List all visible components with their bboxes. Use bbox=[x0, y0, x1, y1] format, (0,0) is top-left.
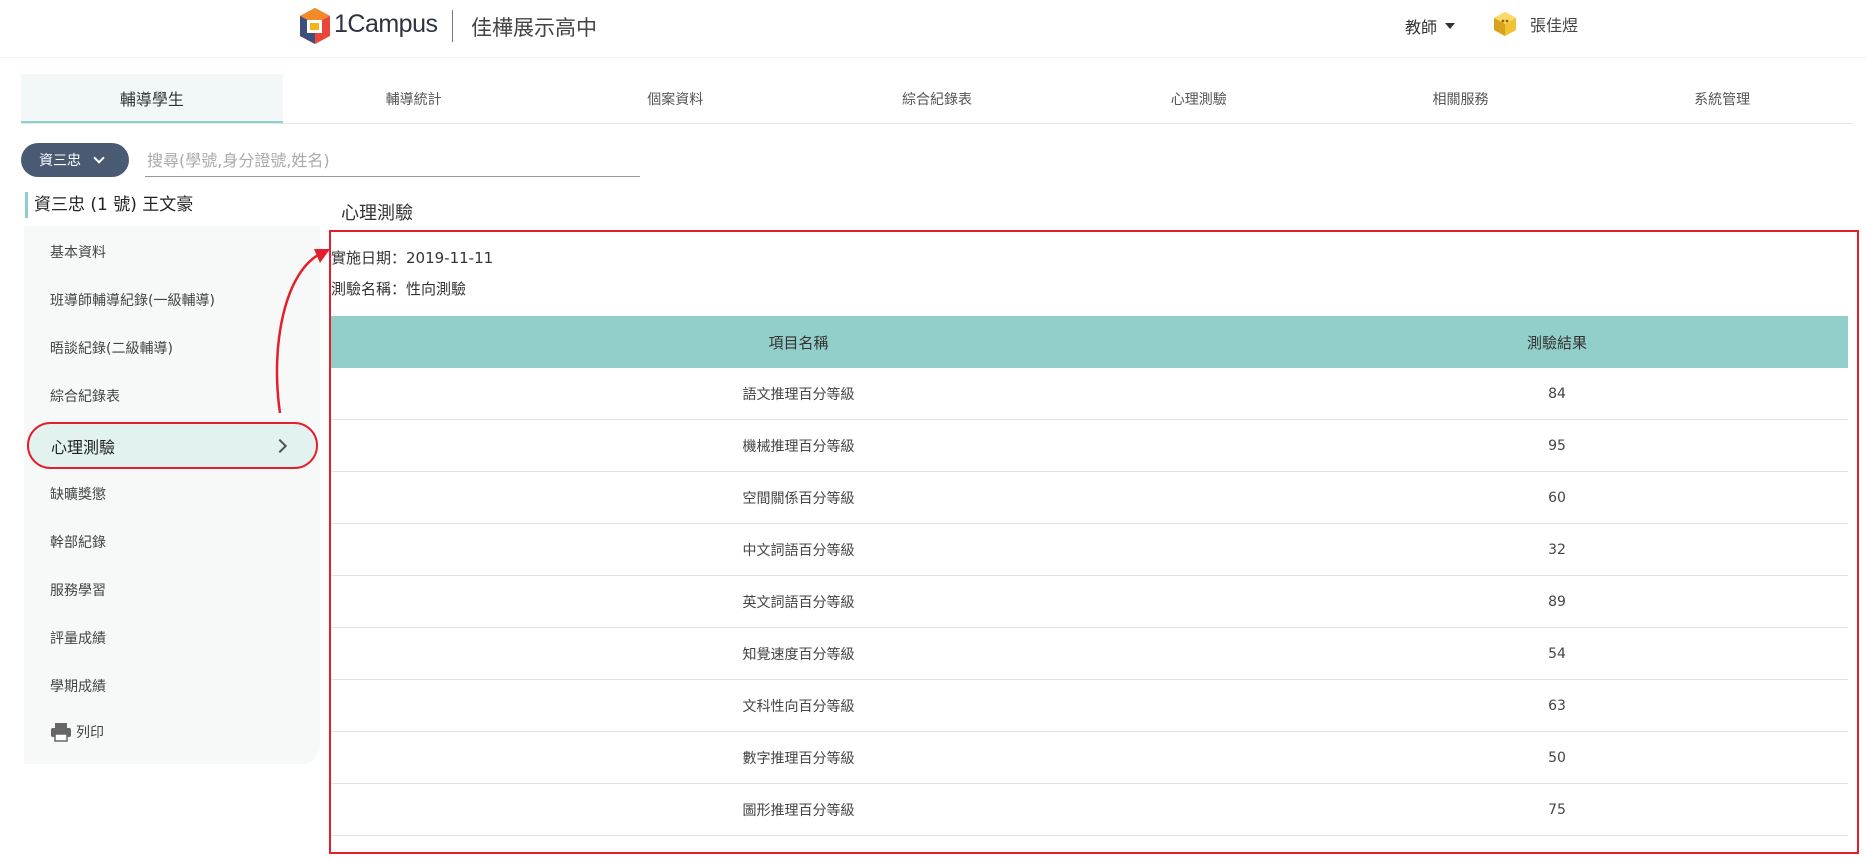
psych-test-table: 項目名稱 測驗結果 語文推理百分等級 84 機械推理百分等級 95 空間關係百分… bbox=[331, 316, 1848, 836]
class-selector[interactable]: 資三忠 bbox=[21, 143, 129, 177]
sidebar-item-label: 心理測驗 bbox=[51, 438, 116, 457]
role-dropdown[interactable]: 教師 bbox=[1405, 14, 1456, 38]
1campus-logo-icon[interactable] bbox=[298, 6, 332, 46]
main-nav: 輔導學生 輔導統計 個案資料 綜合紀錄表 心理測驗 相關服務 系統管理 bbox=[21, 74, 1853, 124]
sidebar-item-service-learning[interactable]: 服務學習 bbox=[50, 580, 106, 600]
top-header: 1Campus 佳樺展示高中 教師 張佳煜 bbox=[0, 0, 1866, 58]
cell-item: 圖形推理百分等級 bbox=[742, 802, 855, 819]
sidebar-item-attendance-discipline[interactable]: 缺曠獎懲 bbox=[50, 484, 106, 504]
tab-counsel-students[interactable]: 輔導學生 bbox=[21, 74, 283, 123]
chevron-down-icon bbox=[93, 152, 105, 164]
table-row: 數字推理百分等級 50 bbox=[331, 732, 1848, 784]
table-header: 項目名稱 測驗結果 bbox=[331, 316, 1848, 368]
table-row: 語文推理百分等級 84 bbox=[331, 368, 1848, 420]
test-date: 實施日期：2019-11-11 bbox=[331, 249, 494, 267]
cell-result: 54 bbox=[1548, 645, 1566, 662]
school-name: 佳樺展示高中 bbox=[471, 16, 597, 40]
table-row: 文科性向百分等級 63 bbox=[331, 680, 1848, 732]
sidebar-item-interview-record[interactable]: 晤談紀錄(二級輔導) bbox=[50, 338, 173, 358]
student-sidebar-menu: 基本資料 班導師輔導紀錄(一級輔導) 晤談紀錄(二級輔導) 綜合紀錄表 心理測驗… bbox=[24, 226, 320, 764]
sidebar-item-comprehensive-record[interactable]: 綜合紀錄表 bbox=[50, 386, 120, 406]
brand-divider bbox=[452, 10, 453, 42]
user-cube-avatar-icon bbox=[1494, 12, 1516, 36]
table-row: 中文詞語百分等級 32 bbox=[331, 524, 1848, 576]
table-row: 機械推理百分等級 95 bbox=[331, 420, 1848, 472]
cell-result: 32 bbox=[1548, 541, 1566, 558]
printer-icon bbox=[51, 723, 71, 742]
table-row: 圖形推理百分等級 75 bbox=[331, 784, 1848, 836]
column-header-result: 測驗結果 bbox=[1526, 333, 1587, 352]
brand-name[interactable]: 1Campus bbox=[334, 10, 438, 39]
chevron-right-icon bbox=[272, 438, 288, 454]
sidebar-item-assessment-scores[interactable]: 評量成績 bbox=[50, 628, 106, 648]
sidebar-item-cadre-record[interactable]: 幹部紀錄 bbox=[50, 532, 106, 552]
column-header-item: 項目名稱 bbox=[768, 333, 829, 352]
sidebar-item-psych-test[interactable]: 心理測驗 bbox=[29, 423, 315, 469]
test-name: 測驗名稱：性向測驗 bbox=[331, 280, 467, 298]
table-row: 英文詞語百分等級 89 bbox=[331, 576, 1848, 628]
cell-item: 機械推理百分等級 bbox=[742, 438, 855, 455]
cell-item: 中文詞語百分等級 bbox=[742, 542, 855, 559]
sidebar-item-print[interactable]: 列印 bbox=[50, 722, 104, 742]
sidebar-item-semester-scores[interactable]: 學期成績 bbox=[50, 676, 106, 696]
sidebar-item-label: 列印 bbox=[76, 725, 104, 741]
table-row: 知覺速度百分等級 54 bbox=[331, 628, 1848, 680]
cell-result: 89 bbox=[1548, 593, 1566, 610]
caret-down-icon bbox=[1445, 23, 1456, 29]
student-search-input[interactable] bbox=[145, 145, 640, 177]
tab-psych-test[interactable]: 心理測驗 bbox=[1068, 74, 1330, 123]
sidebar-item-basic-info[interactable]: 基本資料 bbox=[50, 242, 106, 262]
cell-result: 63 bbox=[1548, 697, 1566, 714]
sidebar-item-homeroom-counsel[interactable]: 班導師輔導紀錄(一級輔導) bbox=[50, 290, 215, 310]
cell-result: 75 bbox=[1548, 801, 1566, 818]
cell-item: 英文詞語百分等級 bbox=[742, 594, 855, 611]
tab-comprehensive-record[interactable]: 綜合紀錄表 bbox=[806, 74, 1068, 123]
page-title: 心理測驗 bbox=[341, 203, 413, 224]
role-label: 教師 bbox=[1405, 18, 1438, 37]
table-row: 空間關係百分等級 60 bbox=[331, 472, 1848, 524]
tab-case-data[interactable]: 個案資料 bbox=[544, 74, 806, 123]
cell-result: 50 bbox=[1548, 749, 1566, 766]
cell-item: 數字推理百分等級 bbox=[742, 750, 855, 767]
user-name: 張佳煜 bbox=[1530, 16, 1579, 35]
tab-related-services[interactable]: 相關服務 bbox=[1330, 74, 1592, 123]
cell-item: 知覺速度百分等級 bbox=[742, 646, 855, 663]
cell-result: 95 bbox=[1548, 437, 1566, 454]
cell-item: 文科性向百分等級 bbox=[742, 698, 855, 715]
tab-counsel-stats[interactable]: 輔導統計 bbox=[283, 74, 545, 123]
cell-result: 60 bbox=[1548, 489, 1566, 506]
class-selector-label: 資三忠 bbox=[39, 153, 81, 169]
user-menu[interactable]: 張佳煜 bbox=[1492, 10, 1578, 38]
cell-item: 空間關係百分等級 bbox=[742, 490, 855, 507]
cell-item: 語文推理百分等級 bbox=[742, 386, 855, 403]
cell-result: 84 bbox=[1548, 385, 1566, 402]
tab-system-admin[interactable]: 系統管理 bbox=[1591, 74, 1853, 123]
student-title: 資三忠 (1 號) 王文豪 bbox=[25, 192, 193, 218]
